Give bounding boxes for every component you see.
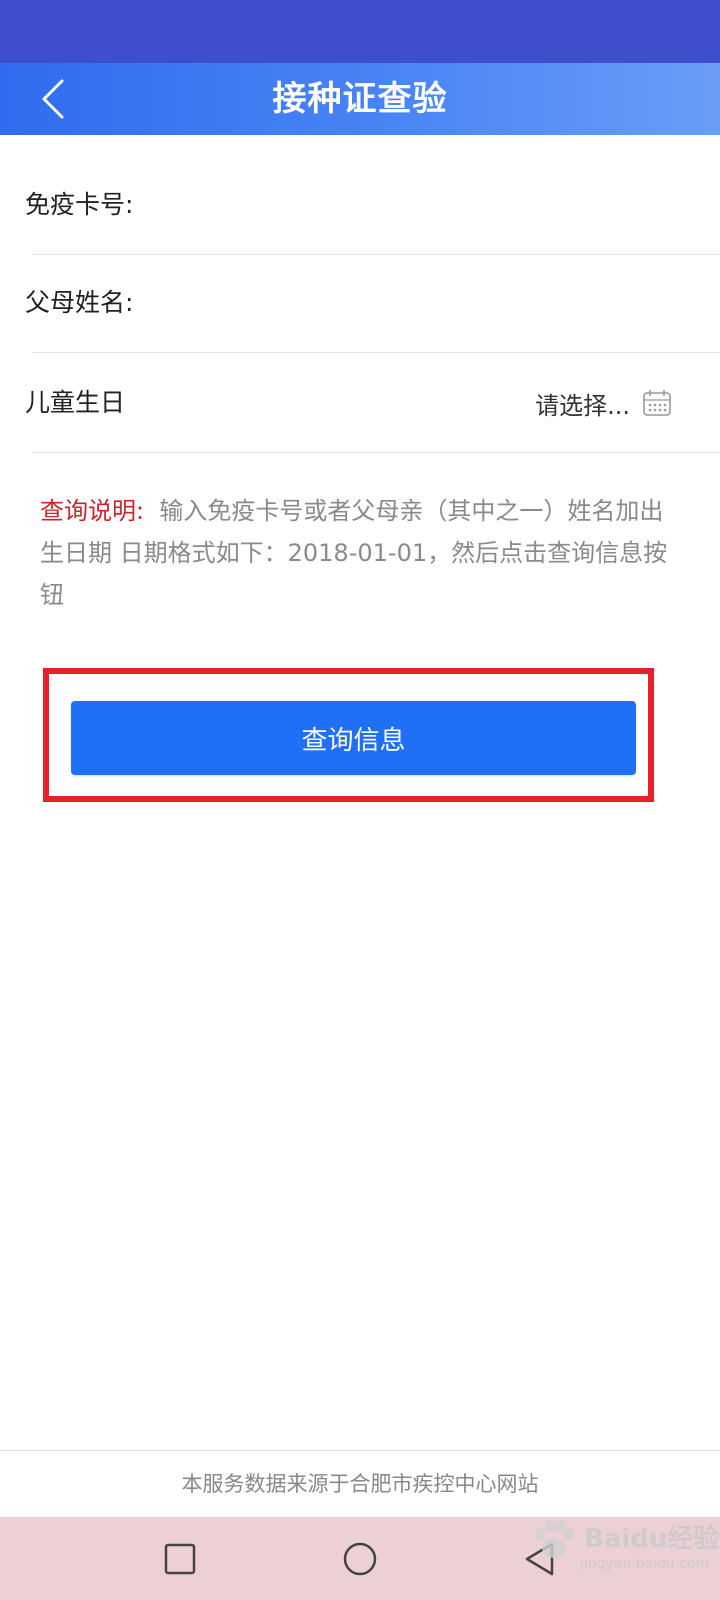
footer-divider — [0, 1450, 720, 1451]
birthday-picker[interactable]: 请选择... — [535, 353, 672, 453]
row-divider — [32, 452, 720, 453]
app-header: 接种证查验 — [0, 63, 720, 135]
baidu-watermark: Baidu经验 jingyan.baidu.com — [524, 1500, 719, 1580]
status-bar — [0, 0, 720, 63]
parent-name-input[interactable] — [160, 273, 680, 333]
square-icon — [164, 1543, 196, 1574]
circle-icon — [343, 1542, 377, 1575]
watermark-brand: Baidu经验 — [584, 1524, 720, 1554]
recent-apps-button[interactable] — [140, 1517, 220, 1600]
parent-name-row: 父母姓名: — [0, 253, 720, 353]
calendar-icon — [643, 390, 671, 416]
query-info-button[interactable]: 查询信息 — [71, 701, 636, 775]
watermark-url: jingyan.baidu.com — [580, 1556, 710, 1572]
card-number-row: 免疫卡号: — [0, 155, 720, 255]
notice-label: 查询说明: — [40, 497, 145, 525]
paw-icon — [535, 1520, 574, 1558]
birthday-row: 儿童生日 请选择... — [0, 353, 720, 453]
page-title: 接种证查验 — [272, 79, 448, 119]
birthday-placeholder: 请选择... — [535, 391, 630, 420]
card-number-label: 免疫卡号: — [25, 190, 134, 219]
home-button[interactable] — [320, 1517, 400, 1600]
card-number-input[interactable] — [160, 175, 680, 235]
parent-name-label: 父母姓名: — [25, 288, 134, 317]
birthday-label: 儿童生日 — [25, 388, 126, 417]
query-notice: 查询说明: 输入免疫卡号或者父母亲（其中之一）姓名加出生日期 日期格式如下：20… — [40, 490, 680, 616]
